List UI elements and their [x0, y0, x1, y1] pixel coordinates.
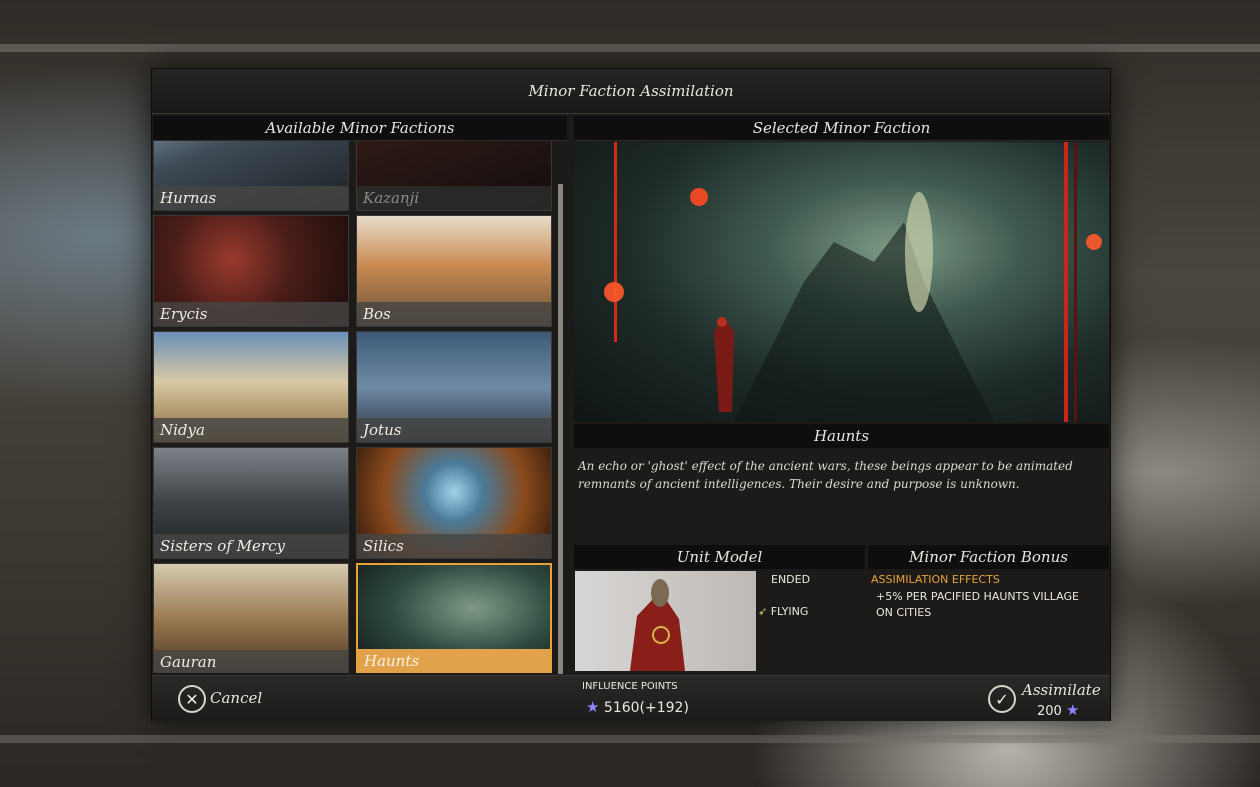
unit-property-ended: ENDED	[771, 573, 811, 586]
selected-faction-artwork	[574, 142, 1109, 422]
faction-tile-silics[interactable]: Silics	[356, 447, 552, 559]
faction-tile-gauran[interactable]: Gauran	[153, 563, 349, 673]
faction-tile-nidya[interactable]: Nidya	[153, 331, 349, 443]
check-icon: ✓	[995, 689, 1009, 709]
faction-tile-kazanji[interactable]: Kazanji	[356, 141, 552, 211]
background-band-top	[0, 44, 1260, 52]
faction-tile-jotus[interactable]: Jotus	[356, 331, 552, 443]
faction-tile-label: Silics	[357, 534, 551, 558]
dialog-title: Minor Faction Assimilation	[152, 69, 1110, 114]
faction-tile-label: Erycis	[154, 302, 348, 326]
faction-tile-erycis[interactable]: Erycis	[153, 215, 349, 327]
influence-star-icon: ★	[586, 698, 600, 716]
selected-faction-header: Selected Minor Faction	[574, 116, 1109, 141]
assimilate-label[interactable]: Assimilate	[1022, 681, 1101, 699]
assimilation-dialog: Minor Faction Assimilation Available Min…	[151, 68, 1111, 721]
faction-tile-label: Bos	[357, 302, 551, 326]
dialog-footer: ✕ Cancel INFLUENCE POINTS ★ 5160(+192) ✓…	[152, 675, 1110, 721]
unit-model-svg	[630, 579, 685, 671]
assimilate-cost: 200	[1037, 704, 1062, 719]
faction-tile-bos[interactable]: Bos	[356, 215, 552, 327]
background-band-bottom	[0, 735, 1260, 743]
selected-faction-name: Haunts	[574, 424, 1109, 448]
assimilation-effects-text: +5% PER PACIFIED HAUNTS VILLAGE ON CITIE…	[876, 590, 1079, 619]
faction-list-scrollbar[interactable]	[558, 184, 563, 674]
unit-model-header: Unit Model	[574, 545, 865, 569]
haunts-artwork-svg	[604, 142, 1102, 422]
unit-model-image	[575, 571, 756, 671]
faction-tile-label: Nidya	[154, 418, 348, 442]
faction-tile-label: Jotus	[357, 418, 551, 442]
close-icon: ✕	[185, 689, 199, 709]
faction-description: An echo or 'ghost' effect of the ancient…	[578, 459, 1073, 491]
influence-points-value-row: ★ 5160(+192)	[586, 698, 689, 716]
available-factions-header: Available Minor Factions	[153, 116, 567, 141]
flying-icon: ➶	[758, 605, 768, 618]
cancel-button[interactable]: ✕	[178, 685, 206, 713]
cancel-label[interactable]: Cancel	[210, 689, 262, 707]
faction-tile-label: Gauran	[154, 650, 348, 673]
faction-tile-label: Hurnas	[154, 186, 348, 210]
faction-tile-label: Kazanji	[357, 186, 551, 210]
unit-property-flying-row: ➶ FLYING	[758, 605, 808, 618]
influence-star-icon: ★	[1065, 701, 1080, 719]
faction-tile-label: Haunts	[358, 649, 550, 673]
influence-points-value: 5160(+192)	[603, 700, 689, 716]
faction-tile-sisters-of-mercy[interactable]: Sisters of Mercy	[153, 447, 349, 559]
minor-faction-bonus-header: Minor Faction Bonus	[868, 545, 1109, 569]
faction-tile-haunts[interactable]: Haunts	[356, 563, 552, 673]
faction-tile-hurnas[interactable]: Hurnas	[153, 141, 349, 211]
assimilate-button[interactable]: ✓	[988, 685, 1016, 713]
assimilation-effects-title: ASSIMILATION EFFECTS	[871, 573, 1000, 586]
unit-property-flying: FLYING	[770, 605, 809, 618]
faction-list[interactable]: Hurnas Kazanji Erycis Bos Nidya Jotus Si…	[153, 141, 567, 673]
influence-points-label: INFLUENCE POINTS	[582, 681, 678, 692]
faction-tile-label: Sisters of Mercy	[154, 534, 348, 558]
assimilate-cost-row: 200 ★	[1037, 701, 1079, 719]
